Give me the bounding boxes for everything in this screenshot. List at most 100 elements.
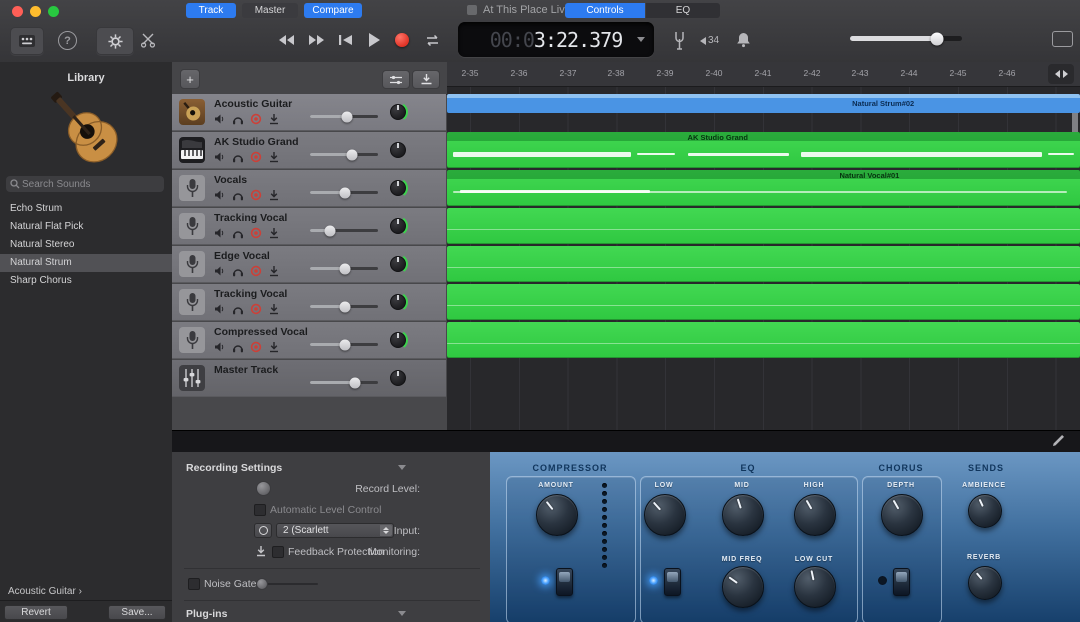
edit-pencil-icon[interactable]	[1052, 434, 1065, 447]
noise-gate-slider-knob[interactable]	[256, 578, 268, 590]
track-volume-slider[interactable]	[310, 343, 378, 346]
audio-region[interactable]	[447, 208, 1080, 244]
record-level-knob[interactable]	[256, 481, 271, 496]
record-enable-icon[interactable]	[250, 341, 262, 353]
solo-headphones-icon[interactable]	[232, 341, 244, 353]
library-item[interactable]: Natural Stereo	[0, 236, 172, 254]
library-item-selected[interactable]: Natural Strum	[0, 254, 172, 272]
noise-gate-slider[interactable]	[260, 583, 318, 585]
mute-icon[interactable]	[214, 189, 226, 201]
track-header[interactable]: Compressed Vocal	[172, 322, 446, 359]
cycle-button[interactable]	[418, 27, 446, 53]
track-header[interactable]: Edge Vocal	[172, 246, 446, 283]
chorus-depth-knob[interactable]	[881, 494, 923, 536]
mute-icon[interactable]	[214, 265, 226, 277]
solo-headphones-icon[interactable]	[232, 265, 244, 277]
timeline-ruler[interactable]: 2-35 2-36 2-37 2-38 2-39 2-40 2-41 2-42 …	[447, 62, 1080, 87]
feedback-protection-checkbox[interactable]	[272, 546, 284, 558]
chorus-switch[interactable]	[893, 568, 910, 596]
track-header[interactable]: Vocals	[172, 170, 446, 207]
compressor-amount-knob[interactable]	[536, 494, 578, 536]
pan-knob[interactable]	[388, 140, 408, 160]
library-item[interactable]: Sharp Chorus	[0, 272, 172, 290]
settings-button[interactable]	[96, 27, 134, 55]
input-monitor-icon[interactable]	[268, 151, 280, 163]
monitoring-icon[interactable]	[255, 545, 267, 557]
sends-reverb-knob[interactable]	[968, 566, 1002, 600]
audio-region[interactable]: Natural Strum#02	[447, 94, 1080, 113]
library-item[interactable]: Natural Flat Pick	[0, 218, 172, 236]
track-header[interactable]: Acoustic Guitar	[172, 94, 446, 131]
stepper-icon[interactable]	[380, 525, 392, 536]
tab-master[interactable]: Master	[242, 3, 298, 18]
noise-gate-checkbox[interactable]	[188, 578, 200, 590]
record-enable-icon[interactable]	[250, 113, 262, 125]
mute-icon[interactable]	[214, 303, 226, 315]
eq-mid-freq-knob[interactable]	[722, 566, 764, 608]
rewind-button[interactable]	[272, 27, 300, 53]
record-enable-icon[interactable]	[250, 189, 262, 201]
pan-knob[interactable]	[388, 254, 408, 274]
input-format-button[interactable]	[254, 523, 272, 538]
input-monitor-icon[interactable]	[268, 227, 280, 239]
solo-headphones-icon[interactable]	[232, 303, 244, 315]
compare-button[interactable]: Compare	[304, 3, 362, 18]
mute-icon[interactable]	[214, 341, 226, 353]
metronome-bell-icon[interactable]	[736, 32, 751, 49]
cut-tool-icon[interactable]	[140, 32, 156, 48]
track-volume-slider[interactable]	[310, 153, 378, 156]
record-enable-icon[interactable]	[250, 265, 262, 277]
track-volume-slider[interactable]	[310, 229, 378, 232]
chevron-down-icon[interactable]	[398, 611, 406, 616]
sends-ambience-knob[interactable]	[968, 494, 1002, 528]
audio-region[interactable]	[447, 284, 1080, 320]
solo-headphones-icon[interactable]	[232, 227, 244, 239]
search-input[interactable]	[20, 178, 144, 191]
save-button[interactable]: Save...	[108, 605, 166, 620]
record-enable-icon[interactable]	[250, 227, 262, 239]
revert-button[interactable]: Revert	[4, 605, 68, 620]
plugins-title[interactable]: Plug-ins	[186, 608, 227, 620]
add-track-button[interactable]: +	[180, 69, 200, 89]
automation-button[interactable]	[412, 70, 440, 89]
solo-headphones-icon[interactable]	[232, 113, 244, 125]
count-in-readout[interactable]: 34	[700, 35, 719, 46]
input-monitor-icon[interactable]	[268, 303, 280, 315]
track-header[interactable]: Tracking Vocal	[172, 208, 446, 245]
input-monitor-icon[interactable]	[268, 189, 280, 201]
tab-eq[interactable]: EQ	[646, 3, 720, 18]
timeline-corner-controls[interactable]	[1048, 64, 1074, 84]
track-volume-slider[interactable]	[310, 381, 378, 384]
eq-low-cut-knob[interactable]	[794, 566, 836, 608]
tab-controls[interactable]: Controls	[565, 3, 645, 18]
audio-region[interactable]: AK Studio Grand	[447, 132, 1080, 168]
display-mode-icon[interactable]	[1052, 31, 1073, 47]
solo-headphones-icon[interactable]	[232, 189, 244, 201]
track-header[interactable]: AK Studio Grand	[172, 132, 446, 169]
pan-knob[interactable]	[388, 330, 408, 350]
pan-knob[interactable]	[388, 292, 408, 312]
track-header[interactable]: Tracking Vocal	[172, 284, 446, 321]
audio-region[interactable]	[447, 246, 1080, 282]
tab-track[interactable]: Track	[186, 3, 236, 18]
track-volume-slider[interactable]	[310, 267, 378, 270]
pan-knob[interactable]	[388, 178, 408, 198]
recording-settings-title[interactable]: Recording Settings	[186, 462, 282, 474]
fast-forward-button[interactable]	[302, 27, 330, 53]
solo-headphones-icon[interactable]	[232, 151, 244, 163]
input-monitor-icon[interactable]	[268, 265, 280, 277]
track-volume-slider[interactable]	[310, 305, 378, 308]
help-button[interactable]: ?	[58, 31, 77, 50]
pan-knob[interactable]	[388, 216, 408, 236]
pan-knob[interactable]	[388, 102, 408, 122]
lcd-time-display[interactable]: 00:0 3:22.379	[458, 22, 654, 57]
lcd-mode-chevron-icon[interactable]	[637, 37, 645, 42]
eq-mid-knob[interactable]	[722, 494, 764, 536]
input-source-dropdown[interactable]: 2 (Scarlett	[276, 523, 394, 538]
chevron-down-icon[interactable]	[398, 465, 406, 470]
master-volume-slider[interactable]	[850, 36, 962, 41]
record-button[interactable]	[388, 27, 416, 53]
current-patch-label[interactable]: Acoustic Guitar ›	[8, 586, 82, 597]
record-enable-icon[interactable]	[250, 303, 262, 315]
library-toggle-button[interactable]	[10, 27, 44, 55]
